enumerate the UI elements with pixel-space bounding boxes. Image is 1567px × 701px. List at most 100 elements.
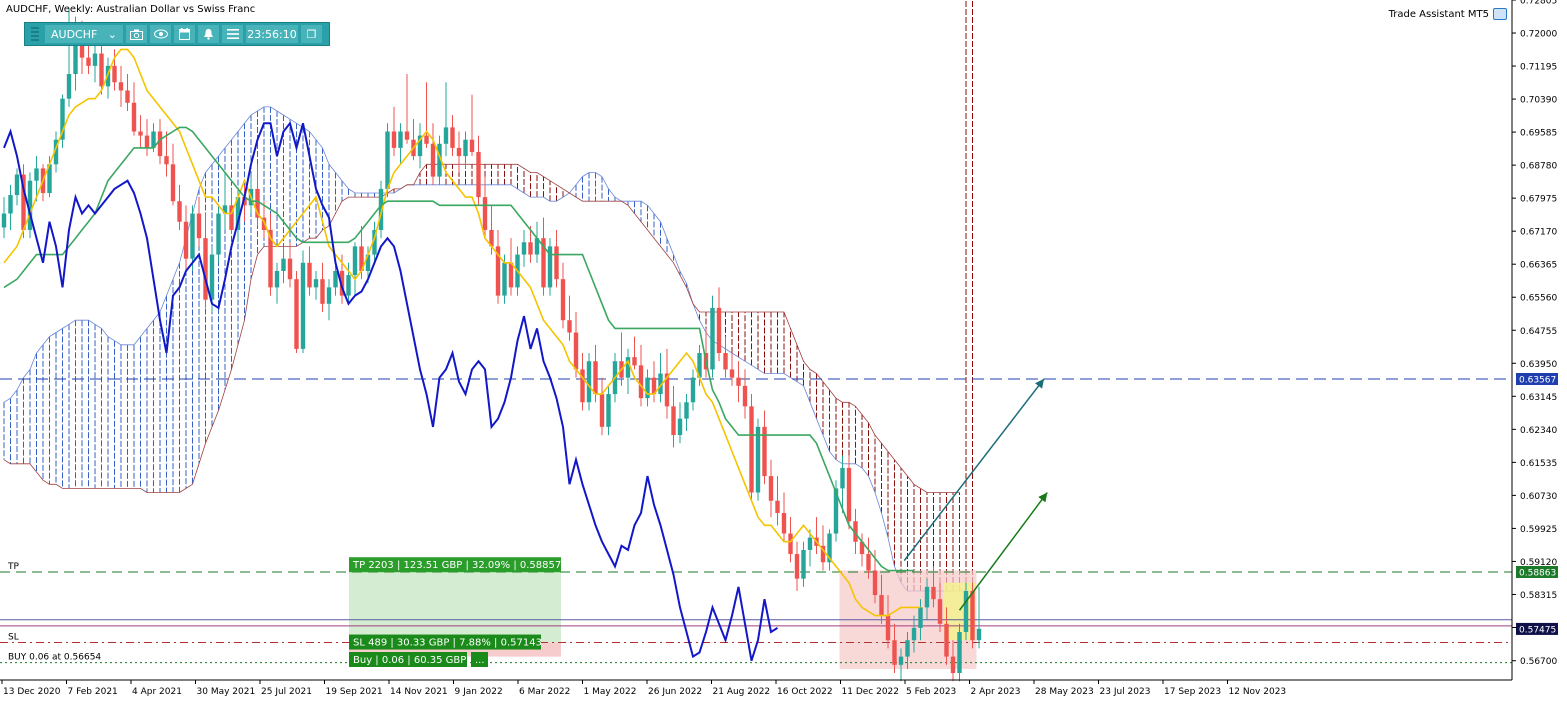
x-tick-label: 5 Feb 2023 bbox=[906, 687, 956, 697]
level-label: TP bbox=[7, 562, 19, 572]
y-tick-label: 0.62340 bbox=[1520, 426, 1557, 436]
price-tag: 0.57475 bbox=[1519, 625, 1556, 635]
candle-body bbox=[976, 628, 982, 641]
candle-body bbox=[911, 627, 917, 641]
candle-body bbox=[118, 82, 124, 91]
candle-body bbox=[216, 213, 221, 255]
candle-body bbox=[742, 385, 748, 407]
x-tick-label: 1 May 2022 bbox=[584, 687, 637, 697]
candle-body bbox=[508, 262, 514, 288]
candle-body bbox=[404, 131, 410, 140]
symbol-label: AUDCHF bbox=[51, 27, 98, 41]
x-tick-label: 12 Nov 2023 bbox=[1229, 687, 1287, 697]
candle-body bbox=[463, 139, 468, 157]
x-tick-label: 2 Apr 2023 bbox=[971, 687, 1021, 697]
candle-body bbox=[944, 623, 949, 657]
buy-label: Buy | 0.06 | 60.35 GBP bbox=[353, 655, 466, 666]
x-tick-label: 11 Dec 2022 bbox=[842, 687, 900, 697]
candle-body bbox=[762, 426, 767, 477]
candle-body bbox=[645, 377, 650, 399]
toolbar-drag-handle[interactable] bbox=[31, 27, 39, 41]
candle-body bbox=[138, 131, 143, 136]
candle-body bbox=[281, 258, 286, 271]
candle-body bbox=[963, 590, 969, 632]
candle-body bbox=[326, 287, 332, 304]
tp-label: TP 2203 | 123.51 GBP | 32.09% | 0.58857 bbox=[352, 560, 561, 571]
candle-body bbox=[716, 307, 722, 354]
y-tick-label: 0.63145 bbox=[1520, 393, 1557, 403]
candle-body bbox=[92, 53, 98, 66]
x-tick-label: 9 Jan 2022 bbox=[455, 687, 503, 697]
trade-assistant-label[interactable]: Trade Assistant MT5 bbox=[1389, 8, 1507, 20]
eye-icon[interactable] bbox=[150, 25, 171, 43]
candle-body bbox=[801, 549, 806, 579]
candle-body bbox=[879, 595, 884, 616]
candle-body bbox=[781, 513, 787, 534]
buy-more: ... bbox=[475, 655, 485, 666]
y-tick-label: 0.65560 bbox=[1520, 294, 1557, 304]
candle-body bbox=[586, 361, 592, 403]
candle-body bbox=[632, 357, 637, 366]
candle-body bbox=[450, 127, 455, 148]
x-tick-label: 23 Jul 2023 bbox=[1100, 687, 1151, 697]
x-tick-label: 26 Jun 2022 bbox=[648, 687, 702, 697]
candle-body bbox=[177, 201, 182, 222]
symbol-selector[interactable]: AUDCHF ⌄ bbox=[45, 25, 123, 43]
candle-body bbox=[86, 57, 91, 66]
candle-body bbox=[872, 570, 878, 596]
candle-body bbox=[456, 147, 462, 157]
chart-toolbar[interactable]: AUDCHF ⌄ 23:56:10 ❐ bbox=[24, 22, 330, 46]
y-tick-label: 0.72000 bbox=[1520, 30, 1557, 40]
window-icon[interactable]: ❐ bbox=[301, 25, 322, 43]
price-tag: 0.58863 bbox=[1519, 568, 1556, 578]
x-tick-label: 28 May 2023 bbox=[1035, 687, 1094, 697]
candle-body bbox=[885, 615, 891, 641]
candle-body bbox=[671, 406, 676, 436]
candle-body bbox=[729, 369, 735, 378]
y-tick-label: 0.60730 bbox=[1520, 492, 1557, 502]
candle-body bbox=[320, 279, 325, 304]
candle-body bbox=[866, 554, 871, 571]
candle-body bbox=[840, 467, 845, 489]
y-tick-label: 0.72805 bbox=[1520, 0, 1557, 7]
candle-body bbox=[346, 275, 351, 296]
candle-body bbox=[300, 262, 306, 349]
candle-body bbox=[352, 246, 358, 276]
candle-body bbox=[931, 586, 936, 600]
candle-body bbox=[170, 164, 176, 202]
candle-body bbox=[521, 242, 527, 255]
x-tick-label: 30 May 2021 bbox=[197, 687, 256, 697]
bell-icon[interactable] bbox=[198, 25, 219, 43]
x-tick-label: 4 Apr 2021 bbox=[132, 687, 182, 697]
chart-area[interactable]: TP SL BUY 0.06 at 0.56654 TP 2203 | 123.51 … bbox=[0, 0, 1567, 701]
sl-label: SL 489 | 30.33 GBP | 7.88% | 0.57143 bbox=[353, 638, 542, 649]
x-tick-label: 17 Sep 2023 bbox=[1164, 687, 1221, 697]
menu-icon[interactable] bbox=[222, 25, 243, 43]
candle-body bbox=[164, 156, 169, 165]
candle-body bbox=[638, 365, 644, 399]
candle-body bbox=[768, 476, 774, 501]
candle-body bbox=[443, 127, 449, 144]
candle-body bbox=[898, 656, 904, 665]
candle-body bbox=[99, 53, 104, 87]
candle-body bbox=[131, 102, 137, 132]
y-tick-label: 0.63950 bbox=[1520, 360, 1557, 370]
y-tick-label: 0.64755 bbox=[1520, 327, 1557, 337]
candle-body bbox=[294, 279, 299, 349]
calendar-icon[interactable] bbox=[174, 25, 195, 43]
candle-body bbox=[482, 197, 488, 230]
candle-body bbox=[73, 41, 78, 75]
camera-icon[interactable] bbox=[126, 25, 147, 43]
price-chart[interactable]: TP SL BUY 0.06 at 0.56654 TP 2203 | 123.51 … bbox=[0, 0, 1567, 701]
candle-body bbox=[307, 262, 312, 288]
candle-body bbox=[125, 90, 130, 103]
candle-body bbox=[554, 246, 559, 280]
x-tick-label: 16 Oct 2022 bbox=[777, 687, 833, 697]
candle-body bbox=[788, 533, 793, 555]
candle-body bbox=[469, 139, 475, 152]
candle-body bbox=[892, 640, 897, 665]
candle-body bbox=[1, 213, 7, 228]
candle-body bbox=[424, 135, 429, 144]
candle-body bbox=[560, 279, 566, 321]
level-label: BUY 0.06 at 0.56654 bbox=[8, 653, 101, 663]
